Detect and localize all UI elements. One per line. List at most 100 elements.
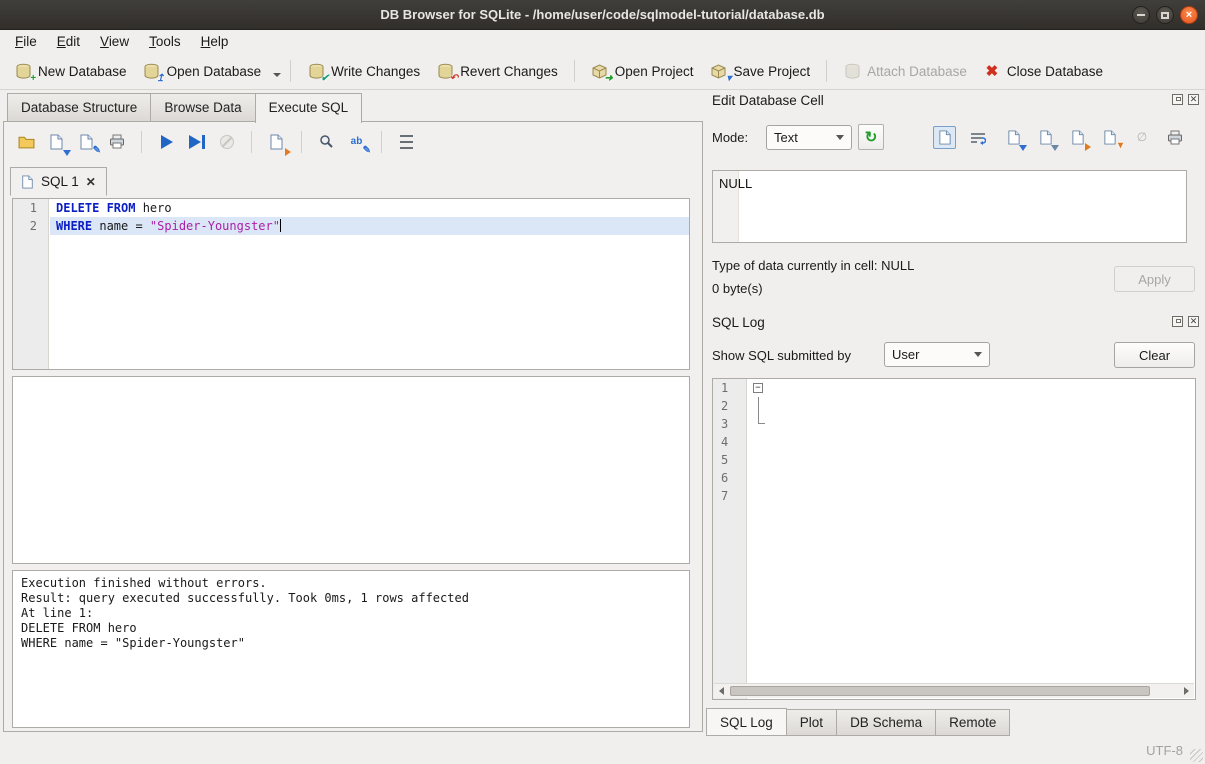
- save-sql-file-as-button[interactable]: ✎: [74, 129, 99, 154]
- tab-db-schema[interactable]: DB Schema: [836, 709, 936, 736]
- scroll-left-button[interactable]: [714, 684, 729, 698]
- fold-collapse-icon[interactable]: −: [753, 383, 763, 393]
- execution-message-line: At line 1:: [21, 606, 681, 621]
- bottom-tab-bar: SQL Log Plot DB Schema Remote: [707, 708, 1010, 736]
- copy-cell-data-button[interactable]: [1034, 126, 1057, 149]
- log-line: [748, 487, 1195, 505]
- log-line-number: 2: [713, 397, 746, 415]
- minimize-button[interactable]: [1132, 6, 1150, 24]
- format-sql-button[interactable]: [394, 129, 419, 154]
- encoding-indicator: UTF-8: [1146, 743, 1183, 758]
- save-project-button[interactable]: ▾ Save Project: [703, 58, 818, 84]
- float-panel-icon[interactable]: [1172, 94, 1183, 105]
- menu-view[interactable]: View: [90, 31, 139, 52]
- log-line-number: 1: [713, 379, 746, 397]
- open-sql-file-button[interactable]: [14, 129, 39, 154]
- save-cell-data-button[interactable]: ▾: [1098, 126, 1121, 149]
- find-button[interactable]: [314, 129, 339, 154]
- sql-identifier: hero: [135, 201, 171, 215]
- attach-database-button: Attach Database: [836, 58, 974, 84]
- float-panel-icon[interactable]: [1172, 316, 1183, 327]
- export-cell-data-button[interactable]: [1066, 126, 1089, 149]
- sql-document-tab[interactable]: SQL 1 ✕: [10, 167, 107, 196]
- execution-message-line: Result: query executed successfully. Too…: [21, 591, 681, 606]
- scroll-right-icon: [1184, 687, 1189, 695]
- resize-grip[interactable]: [1190, 749, 1203, 762]
- close-panel-icon[interactable]: ✕: [1188, 316, 1199, 327]
- right-panel: Edit Database Cell ✕ Mode: Text ↻ ▾ ∅ NU…: [705, 90, 1205, 738]
- sql-editor[interactable]: 1 2 DELETE FROM hero WHERE name = "Spide…: [12, 198, 690, 370]
- close-tab-icon[interactable]: ✕: [86, 176, 96, 188]
- format-icon: [400, 135, 413, 137]
- fold-guide-end: [758, 415, 765, 424]
- new-database-button[interactable]: + New Database: [7, 58, 134, 84]
- menu-tools[interactable]: Tools: [139, 31, 191, 52]
- execution-message-area[interactable]: Execution finished without errors. Resul…: [12, 570, 690, 728]
- close-panel-icon[interactable]: ✕: [1188, 94, 1199, 105]
- execute-current-line-button[interactable]: [184, 129, 209, 154]
- word-wrap-button[interactable]: [966, 126, 989, 149]
- sql-log-view[interactable]: 1 2 3 4 5 6 7 − -- EXECUTING ALL IN 'SQL…: [712, 378, 1196, 700]
- close-database-icon: ✖: [983, 62, 1001, 80]
- close-database-label: Close Database: [1007, 64, 1103, 79]
- log-line-number: 3: [713, 415, 746, 433]
- mode-select[interactable]: Text: [766, 125, 852, 150]
- sql-log-filter-select[interactable]: User: [884, 342, 990, 367]
- edit-cell-window-icons: ✕: [1172, 94, 1199, 105]
- mode-label: Mode:: [712, 130, 748, 145]
- replace-icon: ab: [351, 136, 363, 147]
- code-line-2-current: WHERE name = "Spider-Youngster": [50, 217, 689, 235]
- new-database-label: New Database: [38, 64, 127, 79]
- save-project-label: Save Project: [734, 64, 811, 79]
- sql-toolbar-separator: [141, 131, 142, 153]
- menu-file[interactable]: File: [5, 31, 47, 52]
- export-results-button[interactable]: [264, 129, 289, 154]
- execution-message-line: WHERE name = "Spider-Youngster": [21, 636, 681, 651]
- print-cell-button[interactable]: [1163, 126, 1186, 149]
- revert-changes-button[interactable]: ↶ Revert Changes: [429, 58, 565, 84]
- sql-string: "Spider-Youngster": [150, 219, 280, 233]
- maximize-button[interactable]: [1156, 6, 1174, 24]
- tab-remote[interactable]: Remote: [935, 709, 1010, 736]
- minimize-icon: [1137, 14, 1145, 16]
- clear-log-button[interactable]: Clear: [1114, 342, 1195, 368]
- menu-help[interactable]: Help: [191, 31, 239, 52]
- import-cell-data-button[interactable]: [1002, 126, 1025, 149]
- combo-arrow-icon: [974, 352, 982, 357]
- log-line: DELETE FROM hero: [748, 433, 1195, 451]
- execute-line-bar: [202, 135, 205, 149]
- open-project-label: Open Project: [615, 64, 694, 79]
- print-sql-button[interactable]: [104, 129, 129, 154]
- menu-edit[interactable]: Edit: [47, 31, 90, 52]
- edit-cell-title: Edit Database Cell: [712, 93, 824, 108]
- execute-all-button[interactable]: [154, 129, 179, 154]
- sql-toolbar-separator: [301, 131, 302, 153]
- pencil-icon: ✎: [363, 146, 371, 156]
- close-button[interactable]: ×: [1180, 6, 1198, 24]
- save-sql-file-button[interactable]: [44, 129, 69, 154]
- close-database-button[interactable]: ✖ Close Database: [976, 58, 1110, 84]
- save-project-icon: ▾: [710, 62, 728, 80]
- log-line-number: 4: [713, 433, 746, 451]
- tab-plot[interactable]: Plot: [786, 709, 837, 736]
- tab-sql-log[interactable]: SQL Log: [706, 708, 787, 736]
- write-changes-icon: ✔: [307, 62, 325, 80]
- horizontal-scrollbar[interactable]: [714, 683, 1194, 698]
- scrollbar-thumb[interactable]: [730, 686, 1150, 696]
- open-database-button[interactable]: ↥ Open Database: [136, 58, 269, 84]
- tab-database-structure[interactable]: Database Structure: [7, 93, 151, 122]
- new-database-icon: +: [14, 62, 32, 80]
- cell-text-mode-button[interactable]: [933, 126, 956, 149]
- find-replace-button[interactable]: ab ✎: [344, 129, 369, 154]
- document-icon: [21, 175, 34, 189]
- maximize-icon: [1161, 12, 1169, 19]
- open-project-button[interactable]: ➜ Open Project: [584, 58, 701, 84]
- scroll-right-button[interactable]: [1179, 684, 1194, 698]
- cell-value-editor[interactable]: NULL: [712, 170, 1187, 243]
- write-changes-button[interactable]: ✔ Write Changes: [300, 58, 427, 84]
- float-inner: [1176, 319, 1181, 323]
- open-database-dropdown[interactable]: [273, 73, 281, 77]
- tab-browse-data[interactable]: Browse Data: [150, 93, 255, 122]
- auto-detect-button[interactable]: ↻: [858, 124, 884, 150]
- tab-execute-sql[interactable]: Execute SQL: [255, 93, 363, 123]
